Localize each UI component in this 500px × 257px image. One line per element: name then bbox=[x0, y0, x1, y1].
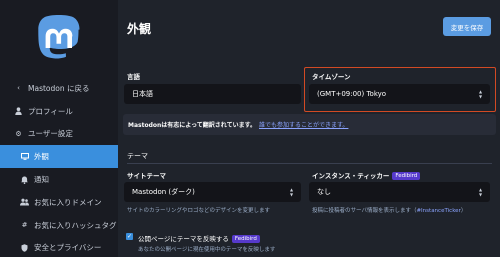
sidebar-item-back[interactable]: ‹ Mastodon に戻る bbox=[0, 77, 118, 100]
main-content: 外観 変更を保存 言語 日本語 タイムゾーン (GMT+09:00) Tokyo… bbox=[118, 0, 500, 257]
shield-icon bbox=[20, 243, 29, 252]
site-theme-hint: サイトのカラーリングやロゴなどのデザインを変更します bbox=[127, 208, 271, 214]
fedibird-badge: Fedibird bbox=[392, 172, 421, 180]
user-icon bbox=[14, 107, 23, 116]
sidebar-item-label: お気に入りドメイン bbox=[34, 197, 102, 207]
language-select[interactable]: 日本語 bbox=[124, 84, 301, 104]
theme-public-label[interactable]: 公開ページにテーマを反映する Fedibird bbox=[138, 233, 260, 243]
page-title: 外観 bbox=[127, 22, 152, 36]
instance-ticker-select[interactable]: なし ▲ ▼ bbox=[309, 182, 490, 202]
site-theme-label: サイトテーマ bbox=[127, 172, 166, 180]
timezone-value: (GMT+09:00) Tokyo bbox=[317, 90, 387, 98]
timezone-label: タイムゾーン bbox=[312, 73, 351, 81]
mastodon-logo-icon[interactable] bbox=[37, 14, 81, 61]
users-icon bbox=[20, 198, 29, 207]
sidebar-item-label: Mastodon に戻る bbox=[28, 83, 90, 93]
theme-public-label-text: 公開ページにテーマを反映する bbox=[138, 235, 229, 243]
sidebar-item-label: プロフィール bbox=[28, 106, 73, 116]
bell-icon bbox=[20, 175, 29, 184]
instance-ticker-hint-suffix: ） bbox=[460, 208, 467, 214]
sidebar-item-label: お気に入りハッシュタグ bbox=[34, 220, 117, 230]
sidebar-item-label: 安全とプライバシー bbox=[34, 243, 102, 253]
select-caret-icon: ▲ ▼ bbox=[289, 187, 294, 197]
sidebar-nav: ‹ Mastodon に戻る プロフィール ⚙ ユーザー設定 外観 通知 お気に… bbox=[0, 77, 118, 257]
site-theme-value: Mastodon (ダーク) bbox=[132, 188, 195, 196]
language-value: 日本語 bbox=[132, 90, 153, 98]
sidebar-item-notifications[interactable]: 通知 bbox=[0, 168, 118, 191]
sidebar-item-favourite-domains[interactable]: お気に入りドメイン bbox=[0, 191, 118, 214]
select-caret-icon: ▲ ▼ bbox=[478, 89, 483, 99]
sidebar-item-favourite-hashtags[interactable]: # お気に入りハッシュタグ bbox=[0, 214, 118, 237]
fedibird-badge: Fedibird bbox=[231, 235, 260, 243]
instance-ticker-label: インスタンス・ティッカー Fedibird bbox=[312, 170, 421, 180]
instance-ticker-label-text: インスタンス・ティッカー bbox=[312, 172, 390, 180]
theme-public-checkbox[interactable]: ✓ bbox=[126, 233, 133, 240]
instance-ticker-value: なし bbox=[317, 188, 331, 196]
sidebar-item-profile[interactable]: プロフィール bbox=[0, 100, 118, 123]
site-theme-select[interactable]: Mastodon (ダーク) ▲ ▼ bbox=[124, 182, 301, 202]
theme-public-hint: あなたの公開ページに現在使用中のテーマを反映します bbox=[138, 247, 276, 253]
sidebar-item-appearance[interactable]: 外観 bbox=[0, 145, 118, 169]
notice-link[interactable]: 誰でも参加することができます。 bbox=[259, 120, 348, 129]
instance-ticker-hint-link[interactable]: #InstanceTicker bbox=[416, 208, 460, 214]
hashtag-icon: # bbox=[21, 221, 28, 230]
translation-notice: Mastodonは有志によって翻訳されています。 誰でも参加することができます。 bbox=[123, 114, 496, 135]
save-button[interactable]: 変更を保存 bbox=[443, 17, 491, 36]
instance-ticker-hint-prefix: 投稿に投稿者のサーバ情報を表示します（ bbox=[312, 208, 417, 214]
sidebar-item-label: 通知 bbox=[34, 175, 49, 185]
timezone-select[interactable]: (GMT+09:00) Tokyo ▲ ▼ bbox=[309, 84, 490, 104]
desktop-icon bbox=[20, 152, 29, 161]
instance-ticker-hint: 投稿に投稿者のサーバ情報を表示します（#InstanceTicker） bbox=[312, 206, 466, 214]
language-label: 言語 bbox=[127, 73, 140, 81]
sidebar-item-label: ユーザー設定 bbox=[28, 129, 73, 139]
sidebar-item-safety-privacy[interactable]: 安全とプライバシー bbox=[0, 237, 118, 257]
sidebar: ‹ Mastodon に戻る プロフィール ⚙ ユーザー設定 外観 通知 お気に… bbox=[0, 0, 118, 257]
notice-text: Mastodonは有志によって翻訳されています。 bbox=[128, 122, 257, 129]
gear-icon: ⚙ bbox=[15, 129, 22, 138]
select-caret-icon: ▲ ▼ bbox=[478, 187, 483, 197]
chevron-left-icon: ‹ bbox=[17, 84, 20, 93]
theme-section-title: テーマ bbox=[127, 152, 148, 160]
sidebar-item-user-settings[interactable]: ⚙ ユーザー設定 bbox=[0, 123, 118, 146]
section-divider bbox=[127, 163, 492, 164]
sidebar-item-label: 外観 bbox=[34, 152, 49, 162]
